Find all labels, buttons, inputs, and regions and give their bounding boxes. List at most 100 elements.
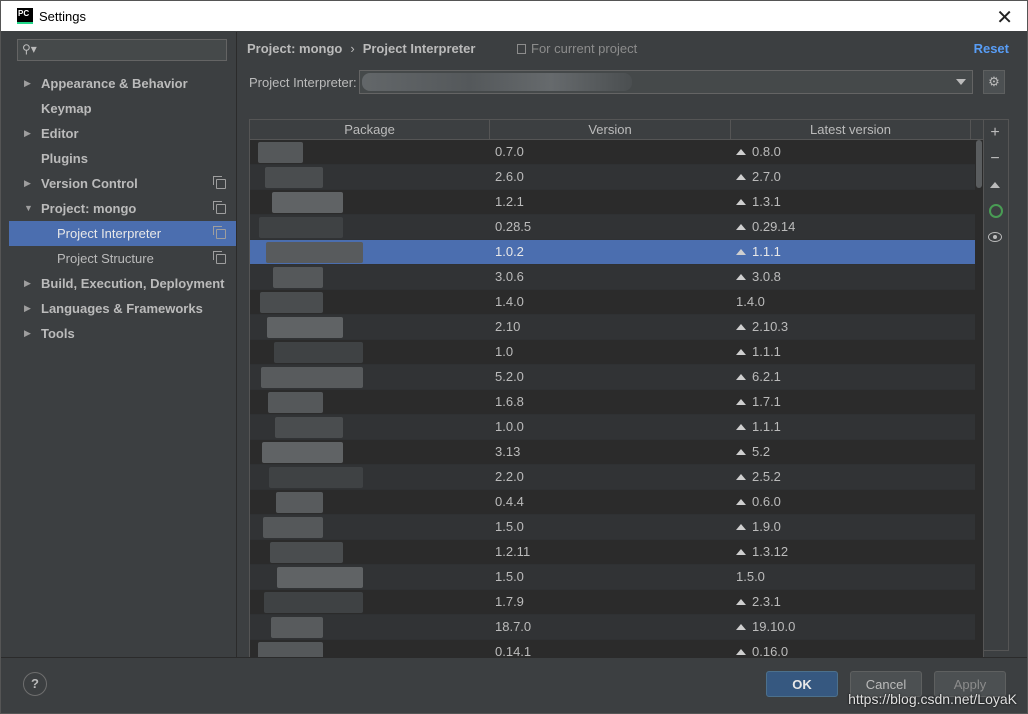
upgrade-available-icon [736, 199, 746, 205]
breadcrumb-separator: › [350, 41, 355, 56]
scope-indicator: For current project [517, 41, 637, 56]
latest-version-cell: 0.16.0 [731, 640, 971, 658]
chevron-down-icon[interactable] [956, 79, 966, 85]
table-row[interactable]: 2.2.0 2.5.2 [250, 465, 983, 490]
table-row[interactable]: 1.0.2 1.1.1 [250, 240, 983, 265]
latest-version-cell: 1.5.0 [731, 565, 971, 589]
busy-ring-icon [983, 198, 1007, 224]
sidebar-item-version-control[interactable]: ▶ Version Control [9, 171, 236, 196]
column-header-package[interactable]: Package [250, 120, 490, 139]
upgrade-icon[interactable] [983, 172, 1007, 198]
sidebar-item-label: Project Interpreter [57, 226, 162, 241]
column-header-latest-version[interactable]: Latest version [731, 120, 971, 139]
upgrade-available-icon [736, 649, 746, 655]
ok-button[interactable]: OK [766, 671, 838, 697]
add-icon[interactable]: + [983, 120, 1007, 146]
upgrade-available-icon [736, 474, 746, 480]
sidebar-item-project-mongo[interactable]: ▼ Project: mongo [9, 196, 236, 221]
table-row[interactable]: 1.2.11 1.3.12 [250, 540, 983, 565]
upgrade-available-icon [736, 274, 746, 280]
table-row[interactable]: 1.0.0 1.1.1 [250, 415, 983, 440]
blurred-package-name [276, 492, 323, 513]
pycharm-app-icon: PC [17, 8, 33, 24]
table-row[interactable]: 0.14.1 0.16.0 [250, 640, 983, 658]
close-icon[interactable]: ✕ [996, 5, 1013, 30]
table-row[interactable]: 3.13 5.2 [250, 440, 983, 465]
upgrade-available-icon [736, 599, 746, 605]
latest-version-value: 1.1.1 [752, 419, 781, 434]
reset-link[interactable]: Reset [974, 41, 1009, 56]
blurred-package-name [270, 542, 343, 563]
latest-version-value: 19.10.0 [752, 619, 796, 634]
expanded-arrow-icon[interactable]: ▼ [24, 196, 33, 221]
interpreter-select[interactable] [359, 70, 973, 94]
sidebar-item-keymap[interactable]: Keymap [9, 96, 236, 121]
version-cell: 1.2.11 [495, 544, 531, 559]
collapsed-arrow-icon[interactable]: ▶ [24, 296, 31, 321]
watermark: https://blog.csdn.net/LoyaK [848, 691, 1017, 707]
latest-version-cell: 1.1.1 [731, 240, 971, 264]
copy-icon [213, 226, 226, 239]
upgrade-available-icon [736, 399, 746, 405]
collapsed-arrow-icon[interactable]: ▶ [24, 71, 31, 96]
sidebar-item-project-structure[interactable]: Project Structure [9, 246, 236, 271]
table-row[interactable]: 1.4.0 1.4.0 [250, 290, 983, 315]
blurred-package-name [274, 342, 363, 363]
sidebar-item-editor[interactable]: ▶ Editor [9, 121, 236, 146]
package-name-cell [250, 165, 490, 189]
package-name-cell [250, 415, 490, 439]
table-scrollbar[interactable] [975, 140, 983, 658]
table-row[interactable]: 0.28.5 0.29.14 [250, 215, 983, 240]
sidebar-item-label: Appearance & Behavior [41, 76, 188, 91]
collapsed-arrow-icon[interactable]: ▶ [24, 171, 31, 196]
sidebar-item-tools[interactable]: ▶ Tools [9, 321, 236, 346]
latest-version-cell: 0.29.14 [731, 215, 971, 239]
remove-icon[interactable]: − [983, 146, 1007, 172]
collapsed-arrow-icon[interactable]: ▶ [24, 121, 31, 146]
table-row[interactable]: 0.4.4 0.6.0 [250, 490, 983, 515]
upgrade-available-icon [736, 149, 746, 155]
collapsed-arrow-icon[interactable]: ▶ [24, 321, 31, 346]
table-row[interactable]: 0.7.0 0.8.0 [250, 140, 983, 165]
settings-nav-tree: ▶ Appearance & Behavior Keymap ▶ Editor Plugi… [9, 71, 236, 346]
version-cell: 3.13 [495, 444, 521, 459]
column-header-version[interactable]: Version [490, 120, 731, 139]
sidebar-item-languages-frameworks[interactable]: ▶ Languages & Frameworks [9, 296, 236, 321]
eye-icon[interactable] [983, 224, 1007, 250]
collapsed-arrow-icon[interactable]: ▶ [24, 271, 31, 296]
latest-version-value: 2.5.2 [752, 469, 781, 484]
package-name-cell [250, 140, 490, 164]
table-row[interactable]: 2.6.0 2.7.0 [250, 165, 983, 190]
table-row[interactable]: 2.10 2.10.3 [250, 315, 983, 340]
table-row[interactable]: 1.5.0 1.9.0 [250, 515, 983, 540]
help-button[interactable]: ? [23, 672, 47, 696]
version-cell: 1.5.0 [495, 519, 524, 534]
sidebar-item-plugins[interactable]: Plugins [9, 146, 236, 171]
gear-icon[interactable]: ⚙ [983, 70, 1005, 94]
latest-version-value: 1.3.12 [752, 544, 789, 559]
table-row[interactable]: 3.0.6 3.0.8 [250, 265, 983, 290]
scrollbar-thumb[interactable] [976, 140, 982, 188]
table-row[interactable]: 18.7.0 19.10.0 [250, 615, 983, 640]
package-name-cell [250, 365, 490, 389]
package-name-cell [250, 315, 490, 339]
blurred-package-name [260, 292, 323, 313]
table-row[interactable]: 1.7.9 2.3.1 [250, 590, 983, 615]
latest-version-cell: 1.7.1 [731, 390, 971, 414]
scope-label: For current project [531, 41, 638, 56]
upgrade-available-icon [736, 424, 746, 430]
version-cell: 2.2.0 [495, 469, 524, 484]
table-header: Package Version Latest version [250, 120, 983, 140]
settings-search-input[interactable]: ⚲▾ [17, 39, 227, 61]
sidebar-item-appearance-behavior[interactable]: ▶ Appearance & Behavior [9, 71, 236, 96]
table-row[interactable]: 5.2.0 6.2.1 [250, 365, 983, 390]
package-name-cell [250, 190, 490, 214]
sidebar-item-build-execution-deployment[interactable]: ▶ Build, Execution, Deployment [9, 271, 236, 296]
table-row[interactable]: 1.5.0 1.5.0 [250, 565, 983, 590]
table-row[interactable]: 1.2.1 1.3.1 [250, 190, 983, 215]
package-name-cell [250, 290, 490, 314]
table-row[interactable]: 1.0 1.1.1 [250, 340, 983, 365]
sidebar-item-project-interpreter[interactable]: Project Interpreter [9, 221, 236, 246]
breadcrumb-project[interactable]: Project: mongo [247, 41, 342, 56]
table-row[interactable]: 1.6.8 1.7.1 [250, 390, 983, 415]
